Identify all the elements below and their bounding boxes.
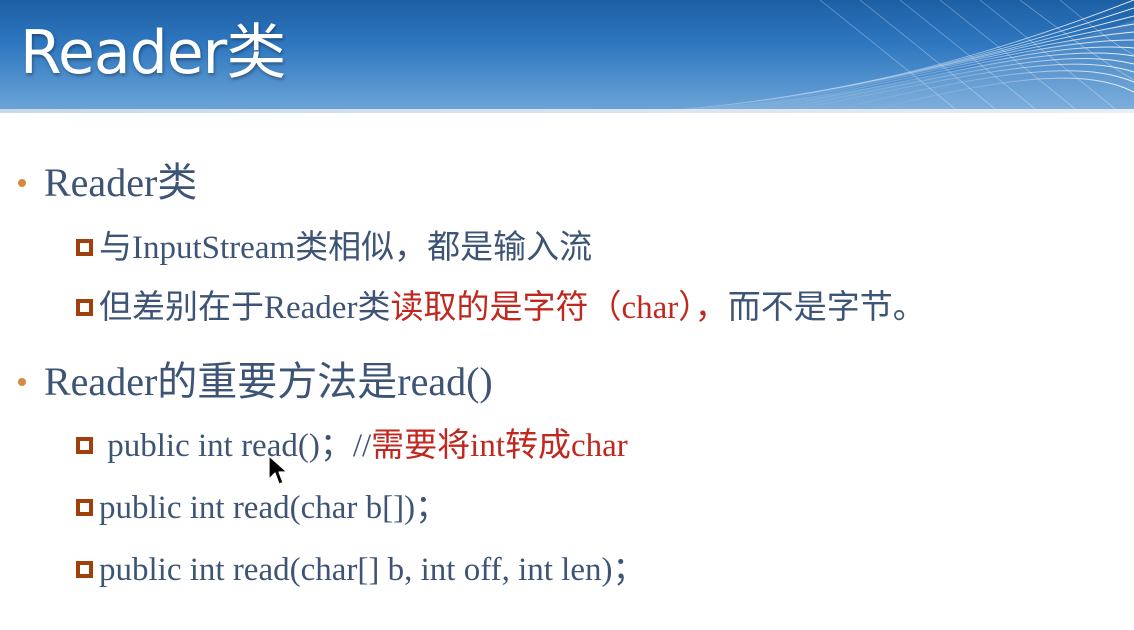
sub-item-read-array: public int read(char b[])； [76,486,448,530]
slide-title: Reader类 [20,18,286,88]
bullet-reader-class: Reader类 [18,157,197,209]
sub-item-text: 但差别在于Reader类 [99,290,391,326]
title-banner: Reader类 [0,0,1134,113]
square-bullet-icon [76,298,93,316]
bullet-text: Reader类 [44,160,198,205]
sub-item-text: 与InputStream类相似，都是输入流 [99,230,593,266]
title-divider [0,109,1134,113]
bullet-text: Reader的重要方法是read() [44,359,493,404]
sub-item-text: public int read(char b[])； [99,490,449,526]
square-bullet-icon [76,560,93,578]
square-bullet-icon [76,498,93,516]
sub-item-difference: 但差别在于Reader类读取的是字符（char），而不是字节。 [76,286,926,330]
mouse-pointer-icon [268,455,288,485]
bullet-dot-icon [18,178,26,187]
bullet-dot-icon [18,377,26,386]
square-bullet-icon [76,238,93,256]
sub-item-tail: 而不是字节。 [727,290,926,326]
bullet-read-method: Reader的重要方法是read() [18,356,493,408]
sub-item-highlight: 读取的是字符（char）， [390,290,728,326]
sub-item-read-noargs: public int read()；//需要将int转成char [76,424,628,468]
sub-item-read-offset: public int read(char[] b, int off, int l… [76,548,645,592]
square-bullet-icon [76,436,93,454]
sub-item-similar-inputstream: 与InputStream类相似，都是输入流 [76,226,592,270]
sub-item-text: public int read()；// [99,428,372,464]
sub-item-text: public int read(char[] b, int off, int l… [99,552,646,588]
sub-item-highlight: 需要将int转成char [371,428,628,464]
